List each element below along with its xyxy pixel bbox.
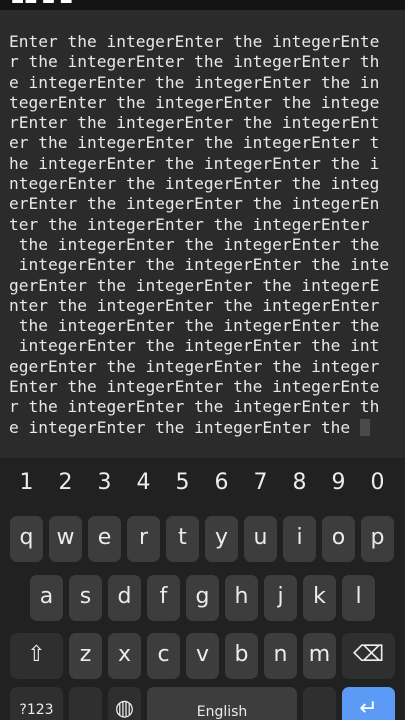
key-a[interactable]: a [30, 575, 63, 621]
period-key[interactable] [303, 687, 336, 720]
key-7[interactable]: 7 [241, 465, 280, 501]
terminal-line: integerEnter the integerEnter the inte [9, 255, 390, 275]
terminal-text: Enter the integerEnter the integerEnte r… [9, 32, 399, 438]
terminal-line: egerEnter the integerEnter the integer [9, 356, 380, 376]
language-key[interactable]: ◍ [108, 687, 141, 720]
terminal-line: erEnter the integerEnter the integerEn [9, 194, 380, 214]
key-r[interactable]: r [127, 516, 160, 562]
key-v[interactable]: v [186, 633, 219, 679]
terminal-line: the integerEnter the integerEnter the [9, 316, 380, 336]
key-l[interactable]: l [342, 575, 375, 621]
terminal-line: e integerEnter the integerEnter the in [9, 72, 380, 92]
key-y[interactable]: y [205, 516, 238, 562]
key-u[interactable]: u [244, 516, 277, 562]
app-screen: ▬▬ ▬ ▬ Enter the integerEnter the intege… [0, 0, 405, 720]
key-o[interactable]: o [322, 516, 355, 562]
terminal-line: the integerEnter the integerEnter the [9, 234, 380, 254]
key-8[interactable]: 8 [280, 465, 319, 501]
key-4[interactable]: 4 [124, 465, 163, 501]
key-1[interactable]: 1 [7, 465, 46, 501]
key-z[interactable]: z [69, 633, 102, 679]
terminal-line: e integerEnter the integerEnter the [9, 417, 360, 437]
key-d[interactable]: d [108, 575, 141, 621]
key-i[interactable]: i [283, 516, 316, 562]
key-j[interactable]: j [264, 575, 297, 621]
key-b[interactable]: b [225, 633, 258, 679]
terminal-line: nter the integerEnter the integerEnter [9, 295, 380, 315]
key-6[interactable]: 6 [202, 465, 241, 501]
key-n[interactable]: n [264, 633, 297, 679]
symbols-key[interactable]: ?123 [10, 687, 63, 720]
top-bar-fragment: ▬▬ ▬ ▬ [11, 0, 85, 6]
globe-icon: ◍ [114, 696, 135, 720]
key-q[interactable]: q [10, 516, 43, 562]
key-g[interactable]: g [186, 575, 219, 621]
terminal-line: rEnter the integerEnter the integerEnt [9, 113, 380, 133]
soft-keyboard: 1 2 3 4 5 6 7 8 9 0 q w e r t y u i o p … [0, 458, 405, 720]
terminal-line: tegerEnter the integerEnter the intege [9, 92, 380, 112]
key-3[interactable]: 3 [85, 465, 124, 501]
key-9[interactable]: 9 [319, 465, 358, 501]
key-p[interactable]: p [361, 516, 394, 562]
terminal-line: r the integerEnter the integerEnter th [9, 52, 380, 72]
key-0[interactable]: 0 [358, 465, 397, 501]
enter-key[interactable]: ↵ [342, 687, 395, 720]
enter-icon: ↵ [359, 696, 378, 720]
shift-key[interactable]: ⇧ [10, 633, 63, 679]
terminal-line: ntegerEnter the integerEnter the integ [9, 174, 380, 194]
terminal-line: he integerEnter the integerEnter the i [9, 153, 380, 173]
terminal-line: Enter the integerEnter the integerEnte [9, 377, 380, 397]
key-x[interactable]: x [108, 633, 141, 679]
key-f[interactable]: f [147, 575, 180, 621]
terminal-output-area[interactable]: Enter the integerEnter the integerEnte r… [0, 10, 405, 458]
text-cursor [359, 418, 370, 436]
key-t[interactable]: t [166, 516, 199, 562]
key-e[interactable]: e [88, 516, 121, 562]
top-bar: ▬▬ ▬ ▬ [0, 0, 405, 10]
key-2[interactable]: 2 [46, 465, 85, 501]
terminal-line: er the integerEnter the integerEnter t [9, 133, 380, 153]
key-c[interactable]: c [147, 633, 180, 679]
backspace-icon: ⌫ [352, 642, 385, 667]
terminal-line: integerEnter the integerEnter the int [9, 336, 380, 356]
key-w[interactable]: w [49, 516, 82, 562]
terminal-line: r the integerEnter the integerEnter th [9, 397, 380, 417]
key-5[interactable]: 5 [163, 465, 202, 501]
backspace-key[interactable]: ⌫ [342, 633, 395, 679]
key-s[interactable]: s [69, 575, 102, 621]
comma-key[interactable] [69, 687, 102, 720]
terminal-line: gerEnter the integerEnter the integerE [9, 275, 380, 295]
key-h[interactable]: h [225, 575, 258, 621]
key-m[interactable]: m [303, 633, 336, 679]
terminal-line: ter the integerEnter the integerEnter [9, 214, 380, 234]
terminal-line: Enter the integerEnter the integerEnte [9, 32, 380, 51]
key-k[interactable]: k [303, 575, 336, 621]
space-bar[interactable]: English [147, 687, 297, 720]
shift-icon: ⇧ [27, 642, 46, 667]
